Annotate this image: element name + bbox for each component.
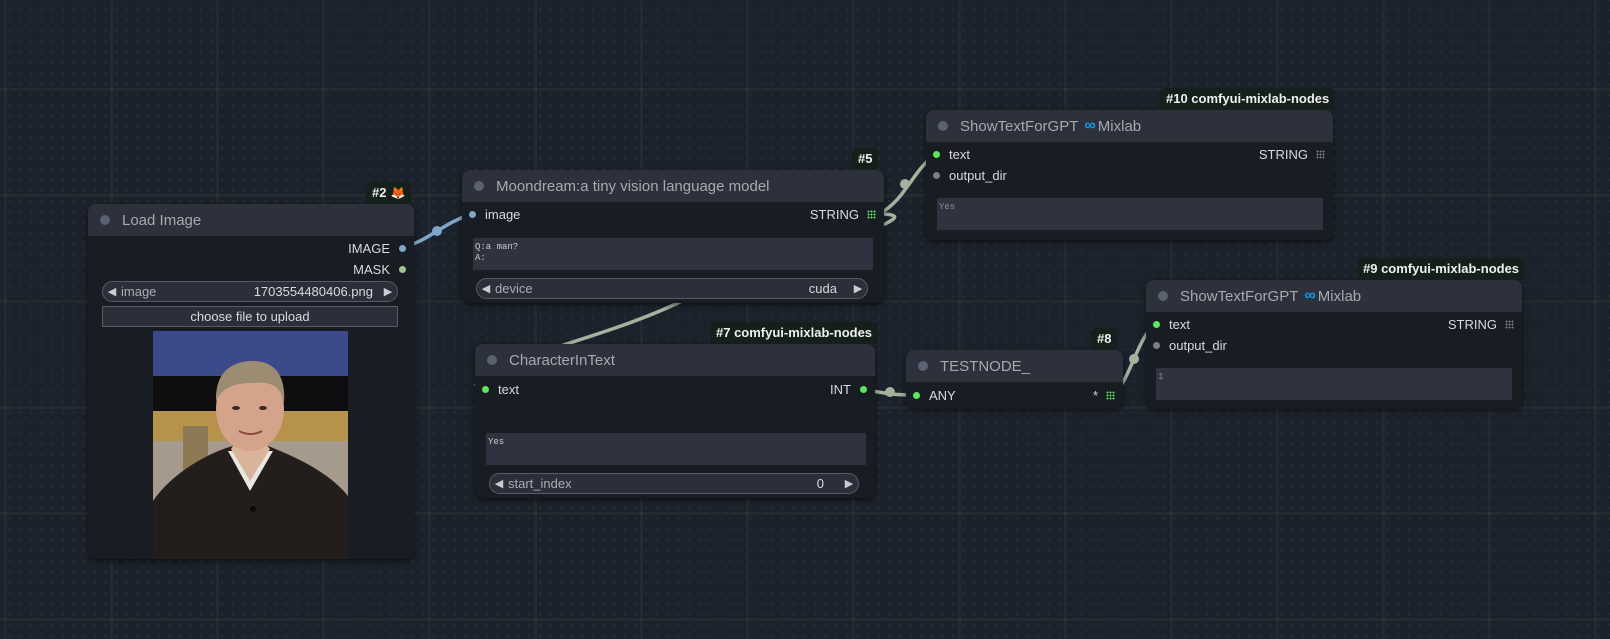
link-midpoint[interactable]: [432, 226, 442, 236]
node-badge: #7 comfyui-mixlab-nodes: [710, 322, 879, 344]
node-load-image[interactable]: Load Image IMAGE MASK ◀ image 1703554480…: [88, 204, 414, 559]
slot-dot-icon[interactable]: [469, 211, 476, 218]
input-slot-text[interactable]: text: [1153, 317, 1190, 332]
combo-left-arrow-icon[interactable]: ◀: [103, 285, 121, 298]
node-badge: #8: [1091, 328, 1118, 350]
node-title-bar[interactable]: CharacterInText: [475, 344, 875, 376]
infinity-icon: ∞: [1304, 287, 1316, 304]
slot-dot-icon[interactable]: [1153, 321, 1160, 328]
collapse-dot-icon[interactable]: [938, 121, 948, 131]
portrait-image: [153, 331, 348, 559]
upload-button[interactable]: choose file to upload: [102, 306, 398, 327]
collapse-dot-icon[interactable]: [1158, 291, 1168, 301]
node-showtext-9[interactable]: ShowTextForGPT ∞ Mixlab text output_dir …: [1146, 280, 1522, 408]
node-title: Moondream:a tiny vision language model: [496, 177, 770, 195]
prompt-textarea[interactable]: Q:a man? A:: [473, 238, 873, 270]
node-title: ShowTextForGPT: [960, 117, 1079, 135]
output-textarea[interactable]: 1: [1156, 368, 1512, 400]
slot-dot-icon[interactable]: [933, 151, 940, 158]
output-slot-string[interactable]: STRING: [810, 207, 876, 222]
input-slot-image[interactable]: image: [469, 207, 520, 222]
input-slot-output-dir[interactable]: output_dir: [933, 168, 1007, 183]
combo-right-arrow-icon[interactable]: ▶: [379, 285, 397, 298]
node-title-bar[interactable]: Moondream:a tiny vision language model: [462, 170, 884, 202]
slot-dot-icon[interactable]: [860, 386, 867, 393]
node-badge: #9 comfyui-mixlab-nodes: [1357, 258, 1526, 280]
slot-dot-icon[interactable]: [399, 266, 406, 273]
collapse-dot-icon[interactable]: [474, 181, 484, 191]
output-slot-image[interactable]: IMAGE: [348, 241, 406, 256]
node-badge: #2 🦊: [366, 182, 412, 204]
collapse-dot-icon[interactable]: [487, 355, 497, 365]
slot-dot-icon[interactable]: [913, 392, 920, 399]
input-slot-output-dir[interactable]: output_dir: [1153, 338, 1227, 353]
node-title-bar[interactable]: Load Image: [88, 204, 414, 236]
node-showtext-10[interactable]: ShowTextForGPT ∞ Mixlab text output_dir …: [926, 110, 1333, 240]
increment-arrow-icon[interactable]: ▶: [840, 477, 858, 490]
slot-dot-icon[interactable]: [399, 245, 406, 252]
grid-slot-icon[interactable]: [1106, 391, 1115, 400]
node-title-bar[interactable]: ShowTextForGPT ∞ Mixlab: [1146, 280, 1522, 312]
start-index-widget[interactable]: ◀ start_index 0 ▶: [489, 473, 859, 494]
link-midpoint[interactable]: [885, 387, 895, 397]
slot-dot-icon[interactable]: [482, 386, 489, 393]
node-title: ShowTextForGPT: [1180, 287, 1299, 305]
node-characterintext[interactable]: CharacterInText text INT Yes ◀ start_ind…: [475, 344, 875, 498]
infinity-icon: ∞: [1084, 117, 1096, 134]
combo-left-arrow-icon[interactable]: ◀: [477, 282, 495, 295]
node-badge: #10 comfyui-mixlab-nodes: [1160, 88, 1336, 110]
image-combo-widget[interactable]: ◀ image 1703554480406.png ▶: [102, 281, 398, 302]
node-testnode[interactable]: TESTNODE_ ANY *: [906, 350, 1123, 408]
text-textarea[interactable]: Yes: [486, 433, 866, 465]
slot-dot-icon[interactable]: [933, 172, 940, 179]
link-midpoint[interactable]: [1129, 354, 1139, 364]
node-title-bar[interactable]: TESTNODE_: [906, 350, 1123, 382]
node-moondream[interactable]: Moondream:a tiny vision language model i…: [462, 170, 884, 303]
grid-slot-icon[interactable]: [867, 210, 876, 219]
input-slot-text[interactable]: text: [933, 147, 970, 162]
collapse-dot-icon[interactable]: [100, 215, 110, 225]
device-combo-widget[interactable]: ◀ device cuda ▶: [476, 278, 868, 299]
brand-label: Mixlab: [1097, 117, 1142, 135]
fox-icon: 🦊: [390, 186, 406, 200]
node-title: CharacterInText: [509, 351, 615, 369]
output-slot-any[interactable]: *: [1093, 388, 1115, 403]
link-midpoint[interactable]: [900, 179, 910, 189]
image-preview: [153, 331, 348, 559]
output-slot-mask[interactable]: MASK: [353, 262, 406, 277]
brand-label: Mixlab: [1317, 287, 1362, 305]
node-badge: #5: [852, 148, 879, 170]
node-title-bar[interactable]: ShowTextForGPT ∞ Mixlab: [926, 110, 1333, 142]
output-textarea[interactable]: Yes: [937, 198, 1323, 230]
output-slot-string[interactable]: STRING: [1259, 147, 1325, 162]
grid-slot-icon[interactable]: [1505, 320, 1514, 329]
output-slot-string[interactable]: STRING: [1448, 317, 1514, 332]
node-title: TESTNODE_: [940, 357, 1031, 375]
node-title: Load Image: [122, 211, 202, 229]
grid-slot-icon[interactable]: [1316, 150, 1325, 159]
collapse-dot-icon[interactable]: [918, 361, 928, 371]
input-slot-any[interactable]: ANY: [913, 388, 956, 403]
combo-right-arrow-icon[interactable]: ▶: [849, 282, 867, 295]
slot-dot-icon[interactable]: [1153, 342, 1160, 349]
output-slot-int[interactable]: INT: [830, 382, 867, 397]
input-slot-text[interactable]: text: [482, 382, 519, 397]
decrement-arrow-icon[interactable]: ◀: [490, 477, 508, 490]
